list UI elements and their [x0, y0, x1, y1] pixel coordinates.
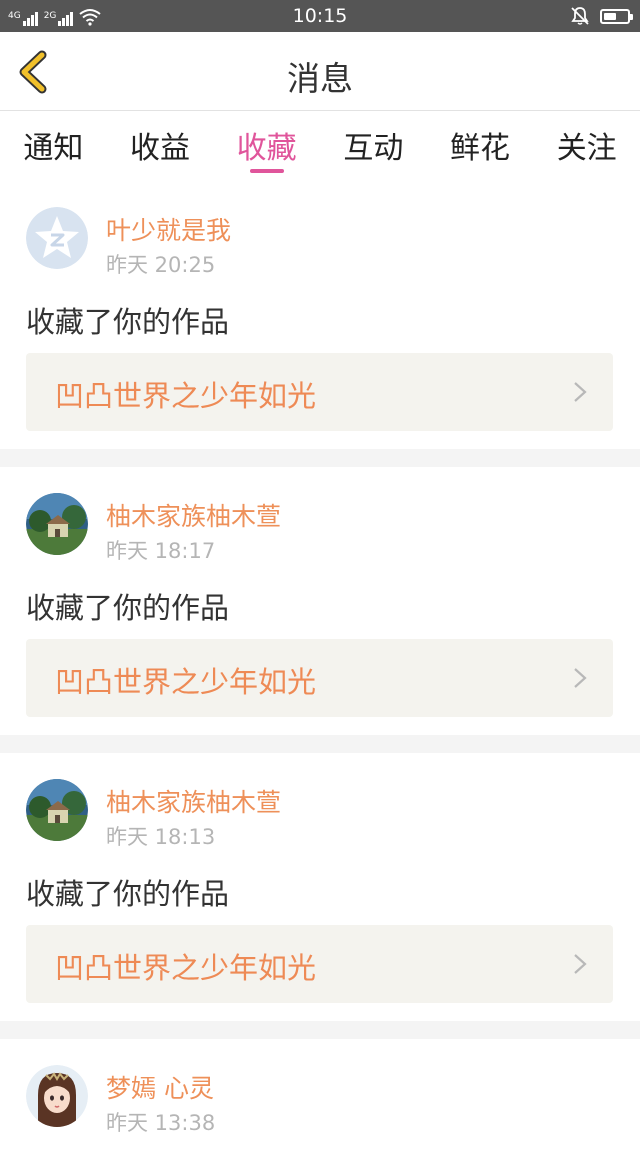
tab-interaction[interactable]: 互动 — [320, 111, 427, 181]
message-list: 叶少就是我 昨天 20:25 收藏了你的作品 凹凸世界之少年如光 柚木家族柚木萱… — [0, 181, 640, 1159]
landscape-avatar-icon — [26, 779, 88, 841]
status-right — [570, 6, 633, 26]
message-time: 昨天 18:17 — [106, 539, 216, 563]
message-time: 昨天 20:25 — [106, 253, 216, 277]
landscape-avatar-icon — [26, 493, 88, 555]
username[interactable]: 梦嫣 心灵 — [106, 1069, 214, 1105]
avatar[interactable] — [26, 207, 88, 269]
avatar[interactable] — [26, 493, 88, 555]
silent-bell-icon — [571, 7, 589, 25]
tab-notification[interactable]: 通知 — [0, 111, 107, 181]
chevron-right-icon — [574, 382, 587, 402]
page-title: 消息 — [287, 59, 353, 98]
work-title: 凹凸世界之少年如光 — [55, 379, 317, 413]
message-card: 柚木家族柚木萱 昨天 18:17 收藏了你的作品 凹凸世界之少年如光 — [0, 467, 640, 735]
chevron-right-icon — [574, 668, 587, 688]
message-action: 收藏了你的作品 — [26, 591, 230, 625]
username[interactable]: 柚木家族柚木萱 — [106, 497, 281, 533]
battery-level — [604, 12, 616, 20]
chevron-right-icon — [574, 954, 587, 974]
message-action: 收藏了你的作品 — [26, 305, 230, 339]
message-card: 柚木家族柚木萱 昨天 18:13 收藏了你的作品 凹凸世界之少年如光 — [0, 753, 640, 1021]
work-title: 凹凸世界之少年如光 — [55, 951, 317, 985]
tab-favorites[interactable]: 收藏 — [213, 111, 320, 181]
default-avatar-icon — [26, 207, 88, 269]
work-link[interactable]: 凹凸世界之少年如光 — [26, 639, 613, 717]
message-card: 叶少就是我 昨天 20:25 收藏了你的作品 凹凸世界之少年如光 — [0, 181, 640, 449]
username[interactable]: 柚木家族柚木萱 — [106, 783, 281, 819]
tab-bar: 通知 收益 收藏 互动 鲜花 关注 — [0, 111, 640, 181]
battery-icon — [600, 8, 633, 24]
work-title: 凹凸世界之少年如光 — [55, 665, 317, 699]
tab-earnings[interactable]: 收益 — [107, 111, 214, 181]
anime-girl-avatar-icon — [26, 1065, 88, 1127]
avatar[interactable] — [26, 1065, 88, 1127]
work-link[interactable]: 凹凸世界之少年如光 — [26, 353, 613, 431]
tab-flowers[interactable]: 鲜花 — [427, 111, 534, 181]
message-card: 梦嫣 心灵 昨天 13:38 — [0, 1039, 640, 1159]
message-time: 昨天 18:13 — [106, 825, 216, 849]
status-bar: 4G 2G 10:15 — [0, 0, 640, 32]
username[interactable]: 叶少就是我 — [106, 211, 231, 247]
message-time: 昨天 13:38 — [106, 1111, 216, 1135]
tab-follow[interactable]: 关注 — [533, 111, 640, 181]
work-link[interactable]: 凹凸世界之少年如光 — [26, 925, 613, 1003]
nav-header: 消息 — [0, 32, 640, 111]
status-time: 10:15 — [292, 5, 348, 27]
avatar[interactable] — [26, 779, 88, 841]
message-action: 收藏了你的作品 — [26, 877, 230, 911]
